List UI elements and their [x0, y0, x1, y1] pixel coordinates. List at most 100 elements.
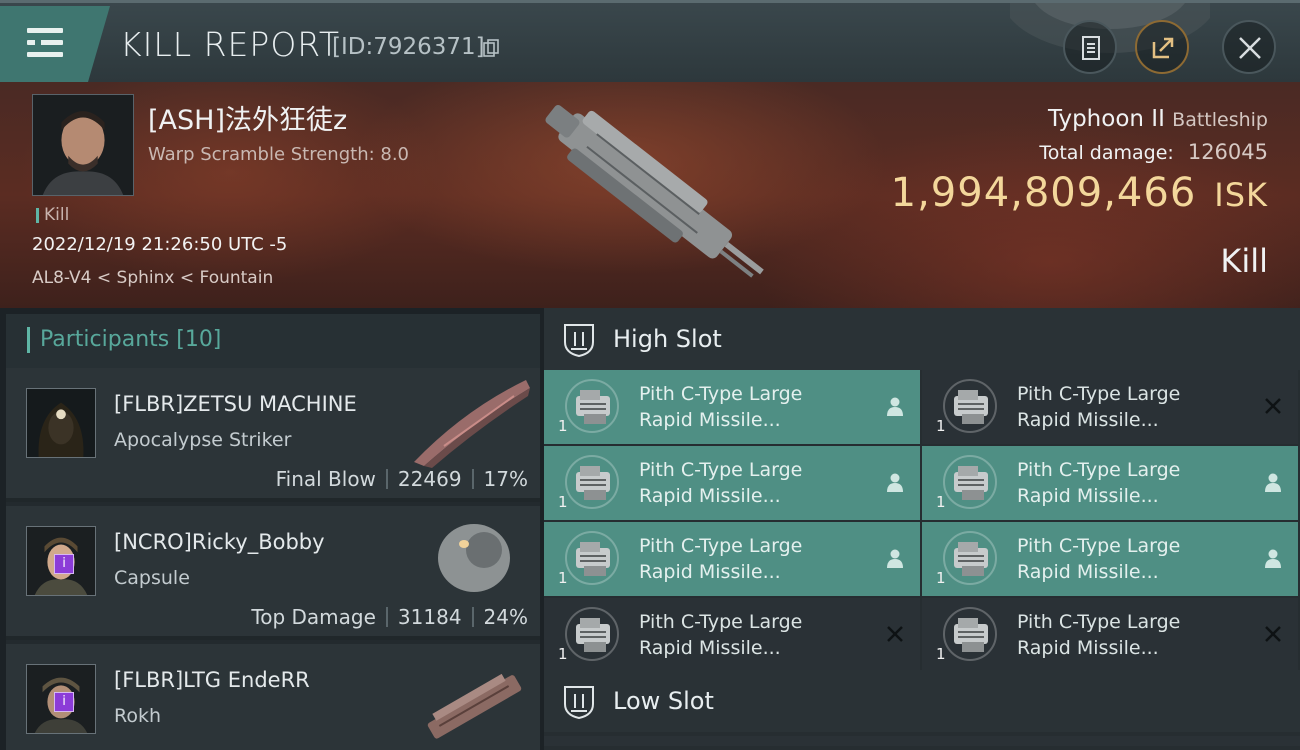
x-icon: [1265, 626, 1281, 642]
participant-card[interactable]: i [NCRO]Ricky_Bobby Capsule Top Damage 3…: [6, 506, 540, 640]
close-icon: [1239, 37, 1261, 59]
share-button[interactable]: [1135, 20, 1189, 74]
module-icon: [943, 455, 997, 509]
total-damage-value: 126045: [1187, 140, 1268, 164]
kill-location[interactable]: AL8-V4 < Sphinx < Fountain: [32, 268, 273, 288]
module-quantity: 1: [558, 417, 568, 435]
module-icon: [943, 531, 997, 585]
module-name-line2: Rapid Missile...: [639, 561, 781, 583]
low-slot-icon: [564, 686, 594, 720]
participant-damage: 31184: [397, 605, 462, 629]
participant-avatar: [26, 388, 96, 458]
module-icon: [943, 607, 997, 661]
module-name: Pith C-Type Large Rapid Missile...: [639, 381, 869, 433]
module-name: Pith C-Type Large Rapid Missile...: [1017, 457, 1247, 509]
participants-label: Participants: [40, 327, 170, 352]
module-tile[interactable]: 1 Pith C-Type Large Rapid Missile...: [544, 522, 920, 596]
module-name-line1: Pith C-Type Large: [1017, 611, 1181, 633]
module-name-line2: Rapid Missile...: [1017, 637, 1159, 659]
participant-stats: Top Damage 31184 24%: [251, 605, 528, 629]
kill-result: Kill: [1220, 242, 1268, 280]
module-quantity: 1: [558, 569, 568, 587]
module-name-line1: Pith C-Type Large: [1017, 459, 1181, 481]
module-name-line2: Rapid Missile...: [639, 637, 781, 659]
participants-count: [10]: [176, 327, 222, 352]
high-slot-icon: [564, 324, 594, 358]
module-icon: [565, 379, 619, 433]
person-icon: [887, 473, 903, 492]
isk-unit: ISK: [1214, 176, 1268, 214]
participant-role: Final Blow: [275, 467, 376, 491]
module-icon: [565, 455, 619, 509]
low-slot-header: Low Slot: [544, 670, 1300, 732]
module-tile[interactable]: 1 Pith C-Type Large Rapid Missile...: [544, 370, 920, 444]
module-name: Pith C-Type Large Rapid Missile...: [639, 457, 869, 509]
module-name: Pith C-Type Large Rapid Missile...: [639, 533, 869, 585]
total-damage-label: Total damage:: [1039, 142, 1174, 164]
participant-ship-image: [414, 380, 530, 468]
module-name-line1: Pith C-Type Large: [639, 611, 803, 633]
module-quantity: 1: [558, 493, 568, 511]
module-name-line1: Pith C-Type Large: [1017, 383, 1181, 405]
participant-card[interactable]: [FLBR]ZETSU MACHINE Apocalypse Striker F…: [6, 368, 540, 502]
participants-header: Participants [10]: [6, 314, 540, 368]
module-quantity: 1: [936, 417, 946, 435]
module-name: Pith C-Type Large Rapid Missile...: [639, 609, 869, 661]
participants-title: Participants [10]: [40, 327, 221, 352]
module-name-line2: Rapid Missile...: [1017, 561, 1159, 583]
module-icon: [565, 531, 619, 585]
page-title: KILL REPORT: [120, 25, 340, 64]
module-tile[interactable]: 1 Pith C-Type Large Rapid Missile...: [544, 446, 920, 520]
module-tile[interactable]: 1 Pith C-Type Large Rapid Missile...: [922, 598, 1298, 672]
total-damage: Total damage: 126045: [1039, 140, 1268, 164]
role-badge: i: [54, 554, 74, 574]
participant-name: [NCRO]Ricky_Bobby: [114, 530, 325, 554]
x-icon: [887, 626, 903, 642]
victim-avatar[interactable]: [32, 94, 134, 196]
participant-percent: 24%: [483, 605, 528, 629]
module-name-line2: Rapid Missile...: [639, 409, 781, 431]
participant-name: [FLBR]ZETSU MACHINE: [114, 392, 357, 416]
high-slot-header: High Slot: [544, 308, 1300, 370]
share-icon: [1152, 37, 1174, 59]
participant-ship: Apocalypse Striker: [114, 429, 292, 451]
clipboard-button[interactable]: [1063, 20, 1117, 74]
participant-percent: 17%: [483, 467, 528, 491]
participant-ship-image: [427, 673, 522, 739]
victim-ship-image[interactable]: [510, 96, 790, 296]
clipboard-icon: [1082, 36, 1100, 60]
fitting-panel: High Slot 1 Pith C-Type Large Rapid Missil…: [544, 308, 1300, 750]
victim-ship-name: Typhoon II: [1048, 106, 1165, 132]
victim-name[interactable]: [ASH]法外狂徒z: [148, 98, 347, 137]
kill-tag-label: Kill: [44, 205, 70, 225]
participant-stats: Final Blow 22469 17%: [276, 467, 528, 491]
module-name-line1: Pith C-Type Large: [639, 383, 803, 405]
close-button[interactable]: [1222, 20, 1276, 74]
module-tile[interactable]: 1 Pith C-Type Large Rapid Missile...: [544, 598, 920, 672]
module-name-line2: Rapid Missile...: [1017, 485, 1159, 507]
low-slot-peek: [544, 736, 1300, 746]
participant-role: Top Damage: [251, 605, 376, 629]
person-icon: [887, 549, 903, 568]
module-name: Pith C-Type Large Rapid Missile...: [1017, 609, 1247, 661]
module-tile[interactable]: 1 Pith C-Type Large Rapid Missile...: [922, 370, 1298, 444]
role-badge: i: [54, 692, 74, 712]
victim-ship[interactable]: Typhoon II Battleship: [1048, 106, 1268, 132]
module-tile[interactable]: 1 Pith C-Type Large Rapid Missile...: [922, 446, 1298, 520]
person-icon: [1265, 473, 1281, 492]
copy-icon[interactable]: [483, 39, 499, 58]
module-name: Pith C-Type Large Rapid Missile...: [1017, 533, 1247, 585]
module-tile[interactable]: 1 Pith C-Type Large Rapid Missile...: [922, 522, 1298, 596]
participant-ship: Rokh: [114, 705, 162, 727]
low-slot-label: Low Slot: [613, 687, 714, 715]
menu-button[interactable]: [0, 6, 110, 82]
isk-amount: 1,994,809,466: [890, 170, 1197, 216]
module-name-line1: Pith C-Type Large: [639, 459, 803, 481]
participant-ship: Capsule: [114, 567, 190, 589]
isk-value: 1,994,809,466 ISK: [891, 170, 1268, 216]
person-icon: [1265, 549, 1281, 568]
participants-panel: Participants [10] [FLBR]ZETSU MACHINE Ap…: [6, 314, 540, 750]
participant-card[interactable]: i [FLBR]LTG EndeRR Rokh: [6, 644, 540, 750]
participant-ship-image: [438, 524, 510, 592]
module-quantity: 1: [558, 645, 568, 663]
